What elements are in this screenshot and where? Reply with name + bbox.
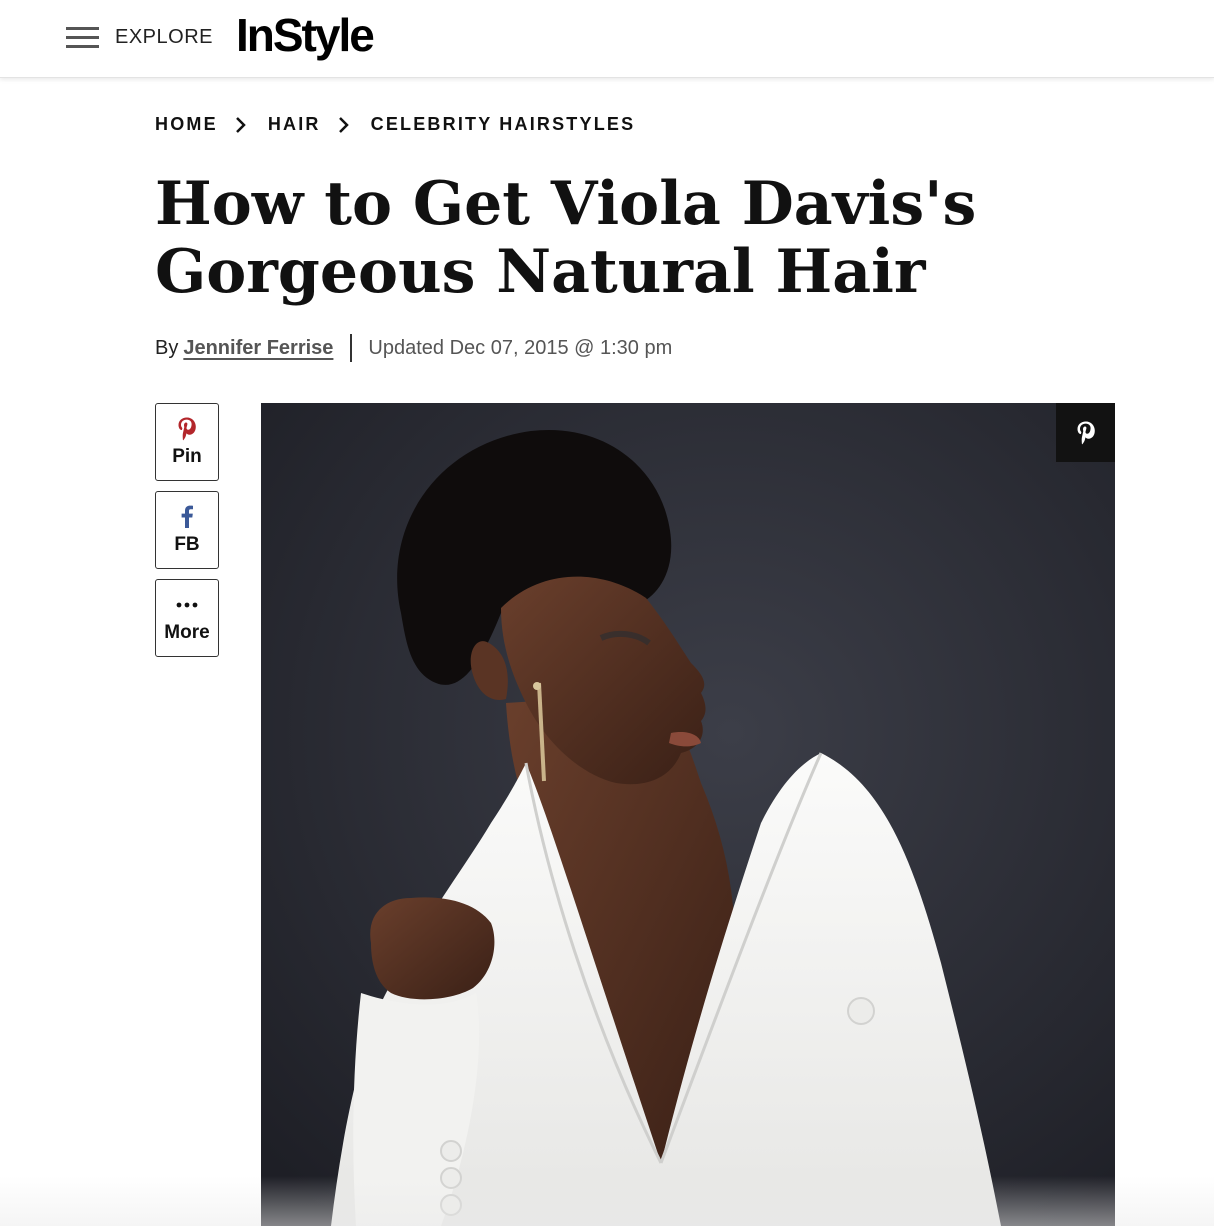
pinterest-icon <box>1077 421 1095 444</box>
image-pin-button[interactable] <box>1056 403 1115 462</box>
facebook-share-button[interactable]: FB <box>155 491 219 569</box>
article-title: How to Get Viola Davis's Gorgeous Natura… <box>155 170 1055 306</box>
title-line-1: How to Get Viola Davis's <box>155 169 977 239</box>
breadcrumb-celebrity-hairstyles[interactable]: CELEBRITY HAIRSTYLES <box>371 114 636 135</box>
title-line-2: Gorgeous Natural Hair <box>155 237 926 307</box>
explore-menu-button[interactable]: EXPLORE <box>115 26 213 49</box>
chevron-right-icon <box>338 116 349 133</box>
pin-share-button[interactable]: Pin <box>155 403 219 481</box>
breadcrumb: HOME HAIR CELEBRITY HAIRSTYLES <box>155 114 635 135</box>
pinterest-icon <box>156 416 218 442</box>
byline-divider <box>350 334 353 362</box>
more-share-button[interactable]: More <box>155 579 219 657</box>
site-logo[interactable]: InStyle <box>236 8 375 62</box>
hero-image <box>261 403 1115 1226</box>
more-label: More <box>164 622 210 643</box>
site-header: EXPLORE InStyle <box>0 0 1214 78</box>
hamburger-menu-icon[interactable] <box>66 27 99 49</box>
breadcrumb-hair[interactable]: HAIR <box>268 114 321 135</box>
chevron-right-icon <box>235 116 246 133</box>
fb-label: FB <box>174 534 200 555</box>
author-link[interactable]: Jennifer Ferrise <box>183 337 333 360</box>
by-prefix: By <box>155 336 179 359</box>
pin-label: Pin <box>172 446 202 467</box>
portrait-illustration <box>261 403 1115 1226</box>
byline: By Jennifer Ferrise Updated Dec 07, 2015… <box>155 334 672 362</box>
facebook-icon <box>156 504 218 530</box>
updated-timestamp: Updated Dec 07, 2015 @ 1:30 pm <box>368 336 673 359</box>
breadcrumb-home[interactable]: HOME <box>155 114 218 135</box>
more-dots-icon <box>156 592 218 618</box>
